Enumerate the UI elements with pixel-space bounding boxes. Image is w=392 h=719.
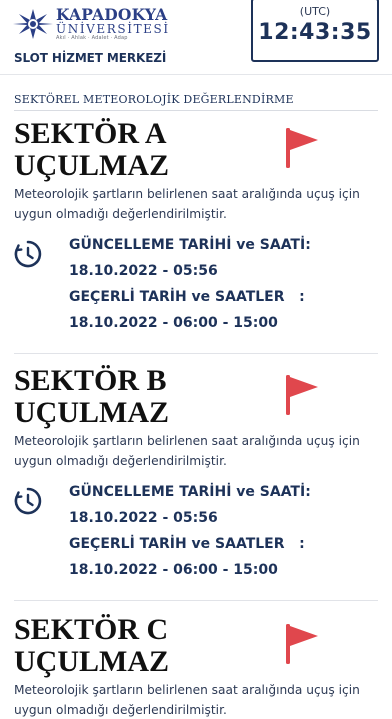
logo-tagline: Akıl · Ahlak · Adalet · Adap <box>56 34 128 41</box>
valid-value: 18.10.2022 - 06:00 - 15:00 <box>69 562 278 578</box>
update-value: 18.10.2022 - 05:56 <box>69 263 218 279</box>
logo-star-emblem-icon <box>13 8 53 39</box>
update-label: GÜNCELLEME TARİHİ ve SAATİ: <box>69 484 311 500</box>
sector-name: SEKTÖR C <box>14 614 169 646</box>
valid-label: GEÇERLİ TARİH ve SAATLER : <box>69 536 305 552</box>
sector-card-c: SEKTÖR C UÇULMAZ Meteorolojik şartların … <box>0 614 392 719</box>
red-flag-icon <box>286 375 318 415</box>
logo-wordmark: KAPADOKYA ÜNİVERSİTESİ Akıl · Ahlak · Ad… <box>56 7 170 41</box>
utc-label: (UTC) <box>299 5 331 18</box>
sector-status: UÇULMAZ <box>14 645 169 678</box>
valid-value: 18.10.2022 - 06:00 - 15:00 <box>69 315 278 331</box>
sector-card-a: SEKTÖR A UÇULMAZ Meteorolojik şartların … <box>0 118 392 365</box>
sector-card-b: SEKTÖR B UÇULMAZ Meteorolojik şartların … <box>0 365 392 612</box>
sector-name: SEKTÖR B <box>14 364 167 397</box>
sector-status: UÇULMAZ <box>14 396 169 429</box>
sector-description: Meteorolojik şartların belirlenen saat a… <box>14 434 360 468</box>
utc-time: 12:43:35 <box>258 20 372 45</box>
clock-history-icon <box>14 240 42 268</box>
logo-name-line2: ÜNİVERSİTESİ <box>56 21 170 36</box>
valid-label: GEÇERLİ TARİH ve SAATLER : <box>69 289 305 305</box>
site-header: KAPADOKYA ÜNİVERSİTESİ Akıl · Ahlak · Ad… <box>0 0 392 75</box>
sector-description: Meteorolojik şartların belirlenen saat a… <box>14 683 360 717</box>
update-label: GÜNCELLEME TARİHİ ve SAATİ: <box>69 237 311 253</box>
section-title: SEKTÖREL METEOROLOJİK DEĞERLENDİRME <box>14 93 378 111</box>
utc-clock: (UTC) 12:43:35 <box>251 0 379 62</box>
sector-divider <box>14 600 378 601</box>
update-value: 18.10.2022 - 05:56 <box>69 510 218 526</box>
sector-divider <box>14 353 378 354</box>
center-name: SLOT HİZMET MERKEZİ <box>14 51 167 65</box>
red-flag-icon <box>286 128 318 168</box>
logo-name-line1: KAPADOKYA <box>56 5 168 24</box>
university-logo[interactable]: KAPADOKYA ÜNİVERSİTESİ Akıl · Ahlak · Ad… <box>12 7 170 41</box>
sector-description: Meteorolojik şartların belirlenen saat a… <box>14 187 360 221</box>
sector-status: UÇULMAZ <box>14 149 169 182</box>
red-flag-icon <box>286 624 318 664</box>
clock-history-icon <box>14 487 42 515</box>
sector-name: SEKTÖR A <box>14 117 167 150</box>
